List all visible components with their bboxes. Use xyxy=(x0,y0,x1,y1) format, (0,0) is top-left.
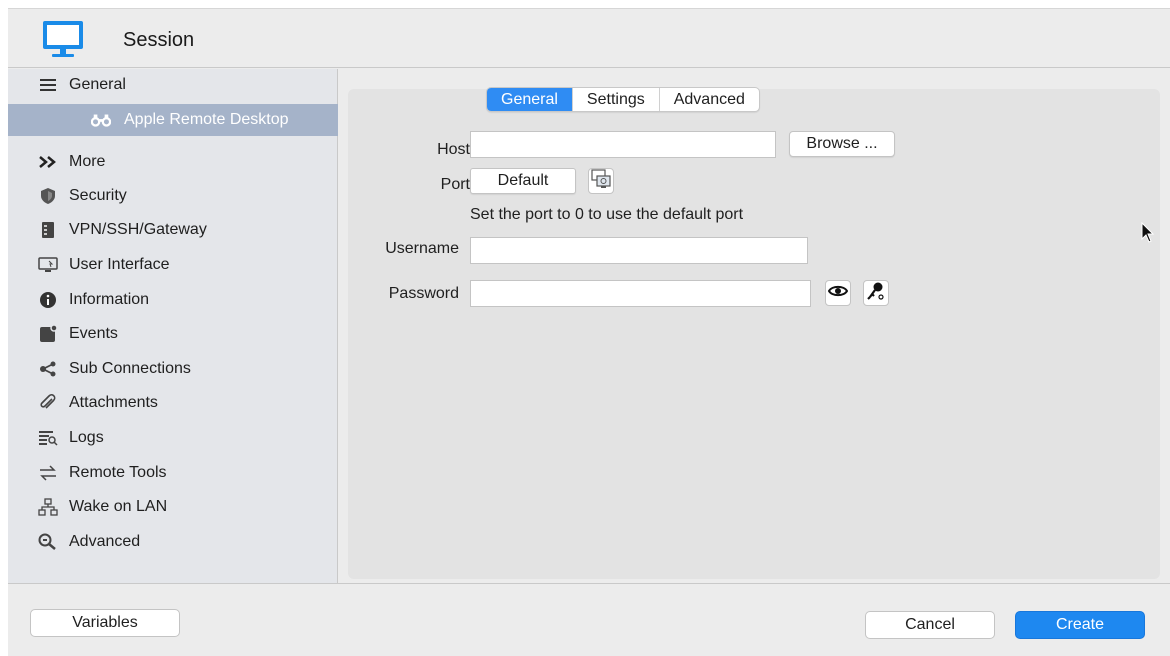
browse-button[interactable]: Browse ... xyxy=(789,131,895,157)
logs-icon xyxy=(38,428,58,448)
variables-button[interactable]: Variables xyxy=(30,609,180,637)
remote-monitor-icon xyxy=(591,168,611,194)
network-icon xyxy=(38,497,58,517)
port-monitor-button[interactable] xyxy=(588,168,614,194)
sidebar-item-label: Advanced xyxy=(69,533,141,550)
events-icon xyxy=(38,324,58,344)
tab-bar: General Settings Advanced xyxy=(486,87,760,112)
port-default-button[interactable]: Default xyxy=(470,168,576,194)
eye-icon xyxy=(827,284,849,303)
shield-icon xyxy=(38,186,58,206)
sidebar-item-apple-remote-desktop[interactable]: Apple Remote Desktop xyxy=(8,104,338,136)
magnifier-icon xyxy=(38,532,58,552)
show-password-button[interactable] xyxy=(825,280,851,306)
sidebar-item-general[interactable]: General xyxy=(8,69,338,101)
sidebar-item-more[interactable]: More xyxy=(8,146,338,178)
host-input[interactable] xyxy=(470,131,776,158)
double-chevron-icon xyxy=(38,152,58,172)
page-title: Session xyxy=(123,29,195,51)
sidebar-item-user-interface[interactable]: User Interface xyxy=(8,249,338,281)
sidebar-item-security[interactable]: Security xyxy=(8,180,338,212)
sidebar-item-vpn-ssh-gateway[interactable]: VPN/SSH/Gateway xyxy=(8,214,338,246)
sidebar-item-remote-tools[interactable]: Remote Tools xyxy=(8,457,338,489)
session-window: Session General Apple Remote Desktop Mor… xyxy=(8,8,1170,656)
username-label: Username xyxy=(385,240,459,257)
key-icon xyxy=(867,281,885,306)
info-icon xyxy=(38,290,58,310)
footer-divider xyxy=(8,583,1170,584)
monitor-app-icon xyxy=(40,19,86,59)
create-button[interactable]: Create xyxy=(1015,611,1145,639)
password-label: Password xyxy=(388,285,459,302)
sidebar-item-information[interactable]: Information xyxy=(8,284,338,316)
paperclip-icon xyxy=(38,393,58,413)
sidebar-item-advanced[interactable]: Advanced xyxy=(8,526,338,558)
sidebar-item-label: Security xyxy=(69,187,127,204)
host-label: Host xyxy=(437,141,470,158)
sidebar-item-label: Events xyxy=(69,325,118,342)
binoculars-icon xyxy=(91,110,111,130)
sidebar-item-label: Attachments xyxy=(69,394,158,411)
sidebar-item-label: VPN/SSH/Gateway xyxy=(69,221,207,238)
port-hint-text: Set the port to 0 to use the default por… xyxy=(470,206,744,223)
sidebar: General Apple Remote Desktop More Securi… xyxy=(8,69,338,583)
sidebar-item-label: Sub Connections xyxy=(69,360,191,377)
tab-settings[interactable]: Settings xyxy=(573,88,660,111)
header-bar: Session xyxy=(8,9,1170,68)
sidebar-item-label: Logs xyxy=(69,429,104,446)
sidebar-item-sub-connections[interactable]: Sub Connections xyxy=(8,353,338,385)
share-icon xyxy=(38,359,58,379)
sidebar-item-label: Wake on LAN xyxy=(69,498,168,515)
sidebar-item-label: User Interface xyxy=(69,256,170,273)
cancel-button[interactable]: Cancel xyxy=(865,611,995,639)
sidebar-item-label: More xyxy=(69,153,106,170)
sidebar-item-wake-on-lan[interactable]: Wake on LAN xyxy=(8,491,338,523)
sidebar-item-logs[interactable]: Logs xyxy=(8,422,338,454)
sidebar-item-label: Remote Tools xyxy=(69,464,167,481)
sidebar-item-label: Information xyxy=(69,291,150,308)
arrows-icon xyxy=(38,463,58,483)
sidebar-item-label: Apple Remote Desktop xyxy=(124,111,289,128)
tab-general[interactable]: General xyxy=(487,88,573,111)
tab-advanced[interactable]: Advanced xyxy=(660,88,759,111)
hamburger-icon xyxy=(38,75,58,95)
sidebar-item-attachments[interactable]: Attachments xyxy=(8,387,338,419)
password-key-button[interactable] xyxy=(863,280,889,306)
mouse-pointer-icon xyxy=(1141,221,1155,249)
password-input[interactable] xyxy=(470,280,811,307)
port-label: Port xyxy=(440,176,470,193)
sidebar-item-events[interactable]: Events xyxy=(8,318,338,350)
server-icon xyxy=(38,220,58,240)
content-panel xyxy=(348,89,1160,579)
sidebar-item-label: General xyxy=(69,76,126,93)
monitor-icon xyxy=(38,255,58,275)
username-input[interactable] xyxy=(470,237,808,264)
